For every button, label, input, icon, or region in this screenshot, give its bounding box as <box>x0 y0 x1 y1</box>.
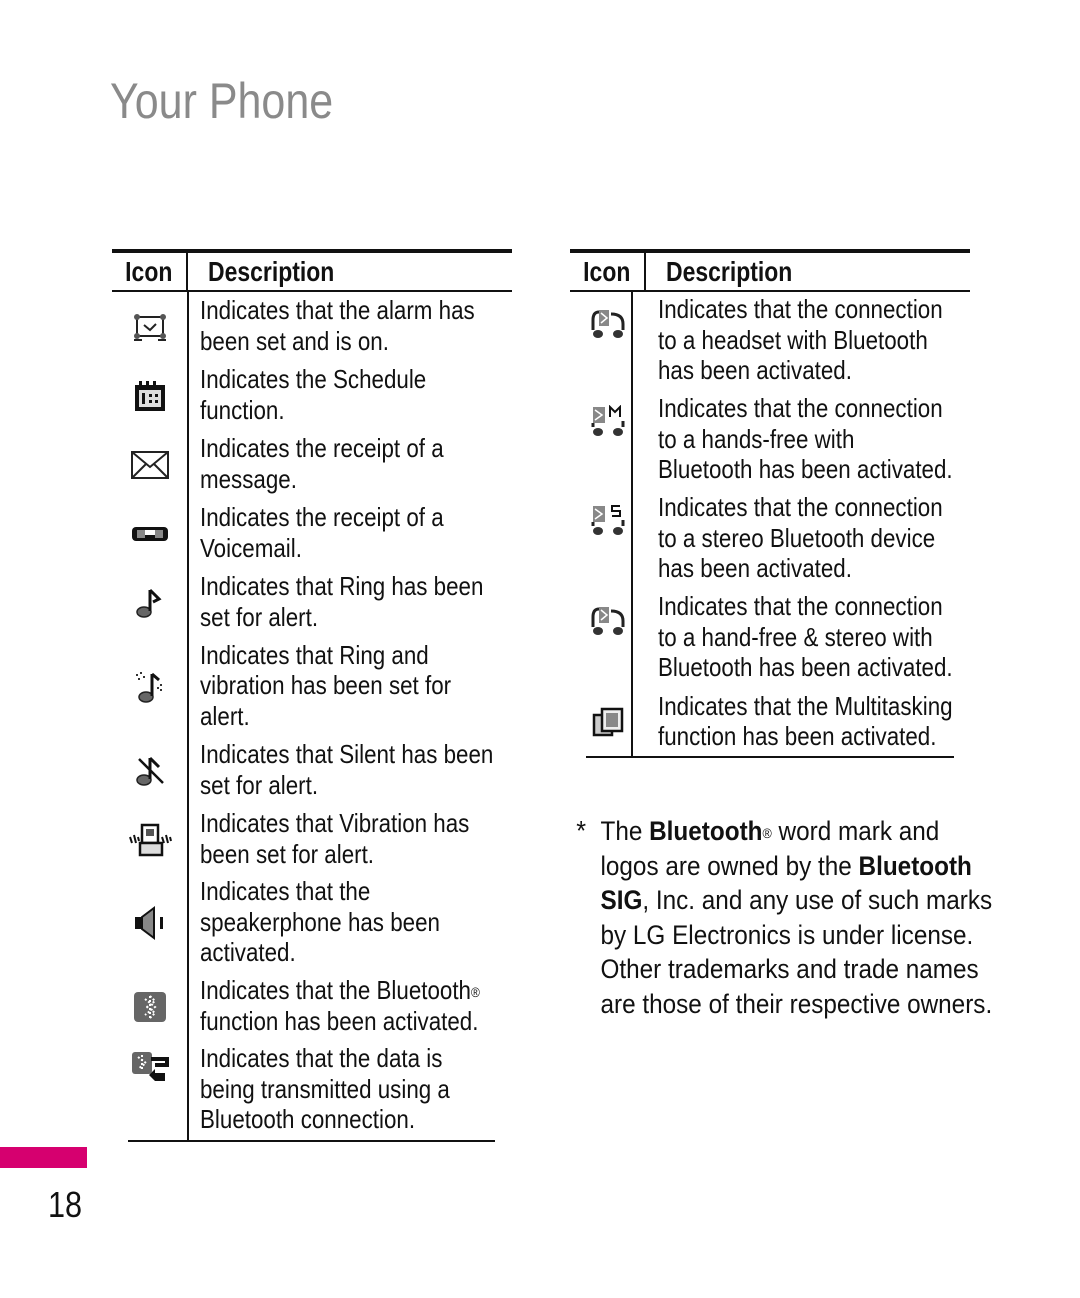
table-row: Indicates that the Multitasking function… <box>570 688 954 756</box>
row-description: Indicates the Schedule function. <box>200 364 427 425</box>
table-row: Indicates that Ring has been set for ale… <box>112 568 495 637</box>
page-title: Your Phone <box>110 73 334 129</box>
header-description-column: Description <box>208 255 335 287</box>
row-description: Indicates that the alarm has been set an… <box>200 295 475 356</box>
trademark-note: * The Bluetooth® word mark and logos are… <box>576 814 998 1021</box>
table-header: Icon Description <box>570 249 970 292</box>
row-description: Indicates the receipt of a Voicemail. <box>200 502 444 563</box>
header-icon-column: Icon <box>112 253 188 290</box>
alarm-clock-icon <box>132 312 168 342</box>
voicemail-icon <box>131 525 169 543</box>
row-description: Indicates that the data is being transmi… <box>200 1043 450 1134</box>
page-number: 18 <box>48 1184 83 1225</box>
table-row: Indicates that the connection to a heads… <box>570 292 954 391</box>
ring-vibration-icon <box>134 670 166 704</box>
header-description-column: Description <box>666 255 793 287</box>
table-row: Indicates the Schedule function. <box>112 361 495 430</box>
table-row: Indicates that the data is being transmi… <box>112 1041 495 1140</box>
bluetooth-stereo-icon <box>591 504 625 538</box>
row-description: Indicates that Vibration has been set fo… <box>200 808 470 869</box>
table-body: Indicates that the connection to a heads… <box>570 292 954 758</box>
icon-table-right: Icon Description Indicates that the conn… <box>570 249 970 758</box>
multitasking-icon <box>592 707 624 737</box>
row-description: Indicates that the connection to a hand-… <box>658 591 953 682</box>
row-description: Indicates the receipt of a message. <box>200 433 444 494</box>
row-description: Indicates that Silent has been set for a… <box>200 739 494 800</box>
table-header: Icon Description <box>112 249 512 292</box>
table-row: Indicates that Silent has been set for a… <box>112 736 495 805</box>
section-tab-marker <box>0 1147 87 1168</box>
row-description: Indicates that the Bluetooth® function h… <box>200 975 480 1036</box>
bluetooth-icon <box>133 991 167 1023</box>
table-row: Indicates the receipt of a Voicemail. <box>112 499 495 568</box>
table-row: Indicates that the Bluetooth® function h… <box>112 972 495 1041</box>
bluetooth-handsfree-icon <box>591 405 625 439</box>
table-row: Indicates that the alarm has been set an… <box>112 292 495 361</box>
row-description: Indicates that Ring and vibration has be… <box>200 639 452 731</box>
asterisk-icon: * <box>576 815 587 846</box>
table-row: Indicates that the connection to a hand-… <box>570 589 954 688</box>
table-row: Indicates that the connection to a stere… <box>570 490 954 589</box>
table-bottom-rule <box>586 756 954 758</box>
bluetooth-data-transfer-icon <box>131 1051 169 1083</box>
table-row: Indicates that the speakerphone has been… <box>112 874 495 972</box>
note-text: The Bluetooth® word mark and logos are o… <box>600 816 993 1019</box>
row-description: Indicates that Ring has been set for ale… <box>200 571 484 632</box>
bluetooth-headset-icon <box>591 308 625 340</box>
ring-note-icon <box>135 587 165 619</box>
table-row: Indicates the receipt of a message. <box>112 430 495 499</box>
table-bottom-rule <box>128 1140 495 1142</box>
bluetooth-handsfree-stereo-icon <box>591 605 625 637</box>
row-description: Indicates that the Multitasking function… <box>658 690 953 752</box>
table-row: Indicates that Ring and vibration has be… <box>112 637 495 736</box>
silent-note-icon <box>135 755 165 787</box>
vibration-icon <box>128 823 172 857</box>
row-description: Indicates that the speakerphone has been… <box>200 876 440 968</box>
row-description: Indicates that the connection to a hands… <box>658 393 953 484</box>
icon-table-left: Icon Description Indicates that the alar… <box>112 249 512 1142</box>
header-icon-column: Icon <box>570 253 646 290</box>
row-description: Indicates that the connection to a stere… <box>658 492 943 583</box>
table-row: Indicates that the connection to a hands… <box>570 391 954 490</box>
table-body: Indicates that the alarm has been set an… <box>112 292 495 1142</box>
message-envelope-icon <box>131 450 169 479</box>
table-row: Indicates that Vibration has been set fo… <box>112 805 495 874</box>
schedule-calendar-icon <box>133 379 167 413</box>
speakerphone-icon <box>133 906 167 940</box>
row-description: Indicates that the connection to a heads… <box>658 294 943 385</box>
